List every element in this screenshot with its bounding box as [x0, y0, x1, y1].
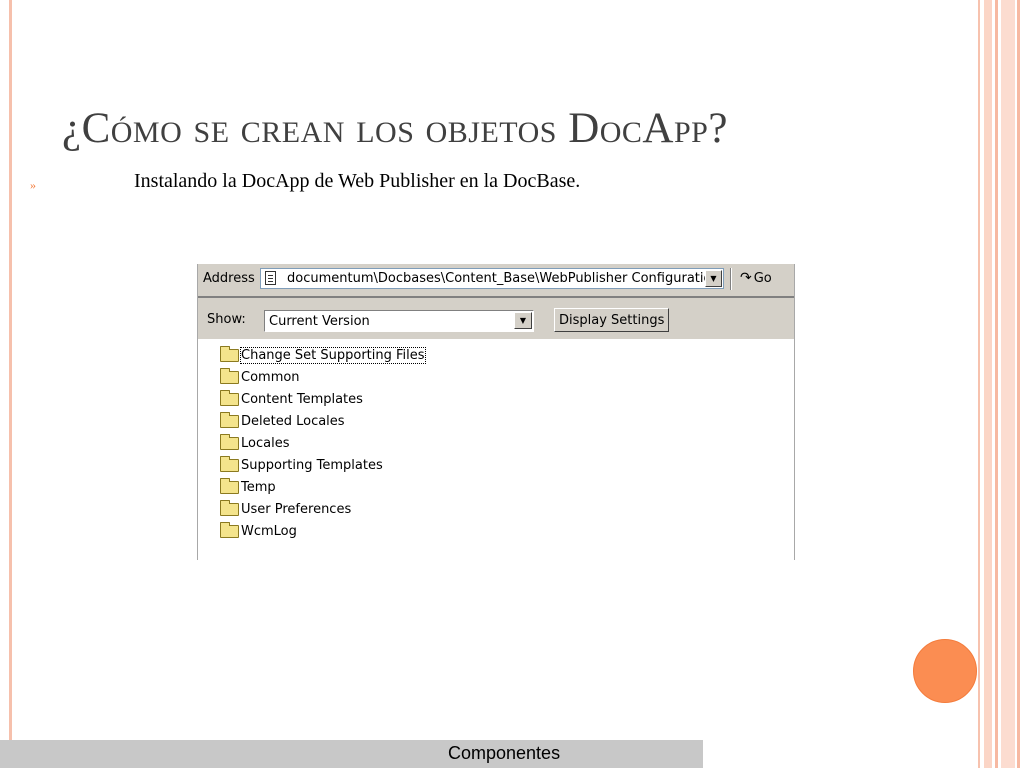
show-value: Current Version — [269, 314, 370, 329]
folder-item[interactable]: Change Set Supporting Files — [220, 344, 426, 366]
document-icon — [265, 271, 276, 285]
bullet-marker: » — [30, 178, 36, 192]
folder-icon — [220, 367, 239, 384]
folder-label: Temp — [241, 479, 276, 495]
folder-item[interactable]: User Preferences — [220, 498, 425, 520]
folder-item[interactable]: Deleted Locales — [220, 410, 425, 432]
folder-label: User Preferences — [241, 501, 352, 517]
footer-text: Componentes — [448, 743, 561, 763]
dropdown-arrow-icon[interactable]: ▼ — [705, 270, 722, 287]
folder-item[interactable]: Locales — [220, 432, 425, 454]
folder-label: WcmLog — [241, 523, 297, 539]
folder-icon — [220, 389, 239, 406]
decorative-circle — [913, 639, 977, 703]
folder-list: Change Set Supporting Files Common Conte… — [220, 344, 426, 542]
bullet-text: Instalando la DocApp de Web Publisher en… — [134, 170, 581, 192]
folder-icon — [220, 433, 239, 450]
display-settings-button[interactable]: Display Settings — [554, 308, 670, 332]
go-button[interactable]: ↷ Go — [740, 270, 772, 286]
left-decorative-line — [9, 0, 12, 740]
folder-label: Locales — [241, 435, 290, 451]
address-label: Address — [203, 271, 255, 286]
folder-icon — [220, 477, 239, 494]
folder-label: Change Set Supporting Files — [240, 346, 426, 364]
folder-item[interactable]: Supporting Templates — [220, 454, 425, 476]
folder-label: Content Templates — [241, 391, 363, 407]
show-label: Show: — [207, 312, 246, 327]
folder-item[interactable]: Common — [220, 366, 425, 388]
folder-label: Common — [241, 369, 300, 385]
go-arrow-icon: ↷ — [740, 270, 752, 286]
folder-icon — [220, 499, 239, 516]
slide-title: ¿Cómo se crean los objetos DocApp? — [62, 105, 728, 152]
right-decorative-stripe — [984, 0, 992, 768]
footer-bar — [0, 740, 703, 768]
show-version-select[interactable]: Current Version ▼ — [264, 310, 534, 332]
folder-icon — [220, 411, 239, 428]
address-bar: Address documentum\Docbases\Content_Base… — [198, 264, 794, 298]
folder-item[interactable]: Content Templates — [220, 388, 425, 410]
toolbar-separator — [730, 268, 731, 290]
explorer-screenshot: Address documentum\Docbases\Content_Base… — [197, 264, 795, 560]
right-decorative-stripe — [1017, 0, 1020, 768]
folder-icon — [220, 345, 239, 362]
right-decorative-stripe — [978, 0, 980, 768]
folder-label: Deleted Locales — [241, 413, 345, 429]
show-bar: Show: Current Version ▼ Display Settings — [198, 298, 794, 339]
folder-item[interactable]: Temp — [220, 476, 425, 498]
address-value: documentum\Docbases\Content_Base\WebPubl… — [287, 271, 720, 286]
right-decorative-stripe — [995, 0, 998, 768]
dropdown-arrow-icon[interactable]: ▼ — [514, 312, 532, 329]
folder-icon — [220, 455, 239, 472]
folder-icon — [220, 521, 239, 538]
address-field[interactable]: documentum\Docbases\Content_Base\WebPubl… — [260, 268, 724, 289]
folder-item[interactable]: WcmLog — [220, 520, 425, 542]
folder-label: Supporting Templates — [241, 457, 383, 473]
right-decorative-stripe — [1001, 0, 1015, 768]
go-label: Go — [753, 271, 772, 286]
